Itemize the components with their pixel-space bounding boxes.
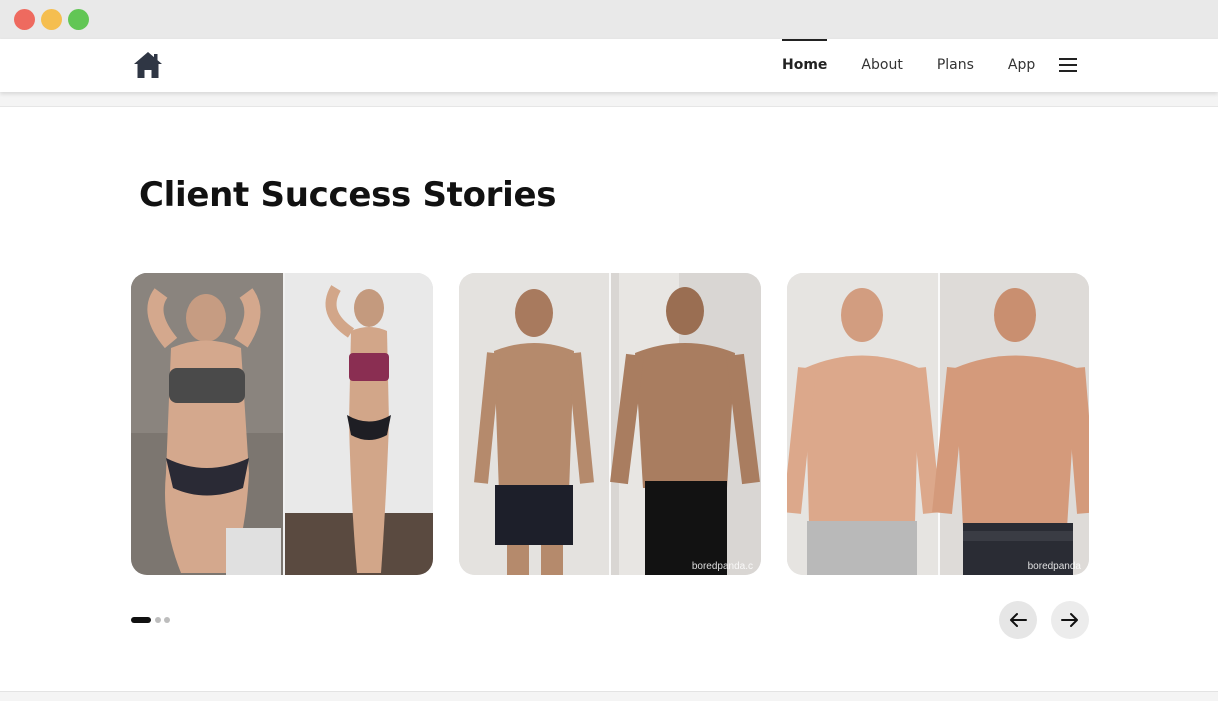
section-title: Client Success Stories	[139, 175, 557, 215]
success-story-card-1[interactable]	[131, 273, 433, 575]
photo-watermark: boredpanda	[1027, 561, 1081, 572]
before-after-photo-1	[131, 273, 433, 575]
top-navbar: Home About Plans App	[0, 39, 1218, 92]
nav-link-app[interactable]: App	[1008, 39, 1035, 92]
nav-link-home[interactable]: Home	[782, 39, 828, 92]
carousel-pagination	[131, 617, 173, 623]
nav-link-plans[interactable]: Plans	[937, 39, 974, 92]
home-icon[interactable]	[133, 51, 163, 79]
window-minimize-button[interactable]	[41, 9, 62, 30]
success-story-card-3[interactable]: boredpanda	[787, 273, 1089, 575]
carousel-dot-3[interactable]	[164, 617, 170, 623]
carousel-next-button[interactable]	[1051, 601, 1089, 639]
nav-links: Home About Plans App	[764, 39, 1069, 92]
arrow-right-icon	[1061, 613, 1078, 627]
carousel-prev-button[interactable]	[999, 601, 1037, 639]
carousel-dot-2[interactable]	[155, 617, 161, 623]
before-after-photo-2	[459, 273, 761, 575]
carousel-dot-1[interactable]	[131, 617, 151, 623]
window-titlebar	[0, 0, 1218, 40]
before-after-photo-3	[787, 273, 1089, 575]
window-maximize-button[interactable]	[68, 9, 89, 30]
window-close-button[interactable]	[14, 9, 35, 30]
hamburger-menu-icon[interactable]	[1059, 58, 1077, 72]
arrow-left-icon	[1010, 613, 1027, 627]
nav-subbar	[0, 92, 1218, 107]
nav-link-about[interactable]: About	[861, 39, 902, 92]
success-story-card-2[interactable]: boredpanda.c	[459, 273, 761, 575]
photo-watermark: boredpanda.c	[691, 561, 753, 572]
